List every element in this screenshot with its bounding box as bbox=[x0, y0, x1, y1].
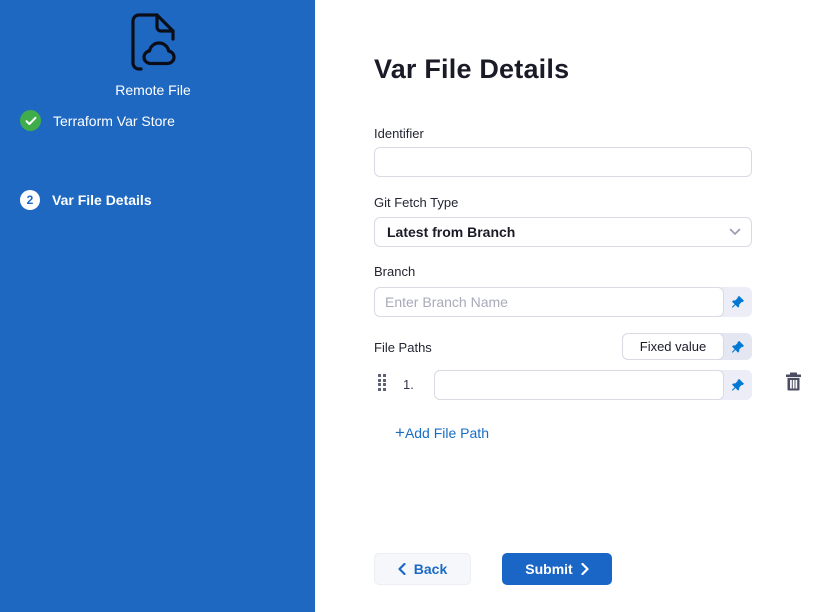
git-fetch-type-select[interactable]: Latest from Branch bbox=[374, 217, 752, 247]
file-paths-label: File Paths bbox=[374, 340, 432, 355]
drag-handle-icon[interactable] bbox=[378, 374, 387, 390]
submit-button[interactable]: Submit bbox=[502, 553, 612, 585]
sidebar-step-label: Terraform Var Store bbox=[53, 113, 175, 129]
git-fetch-type-value: Latest from Branch bbox=[387, 224, 515, 240]
fixed-value-button[interactable]: Fixed value bbox=[622, 333, 724, 360]
pin-icon bbox=[731, 295, 745, 309]
wizard-dialog: Remote File Terraform Var Store 2 Var Fi… bbox=[0, 0, 836, 612]
sidebar-step-var-file-details[interactable]: 2 Var File Details bbox=[20, 190, 152, 210]
identifier-label: Identifier bbox=[374, 126, 424, 141]
check-icon bbox=[20, 110, 41, 131]
page-title: Var File Details bbox=[374, 52, 569, 86]
delete-row-button[interactable] bbox=[783, 371, 803, 391]
file-paths-value-type-group: Fixed value bbox=[622, 333, 752, 360]
sidebar-step-label: Var File Details bbox=[52, 192, 152, 208]
branch-value-type-toggle[interactable] bbox=[724, 287, 752, 317]
wizard-sidebar: Remote File Terraform Var Store 2 Var Fi… bbox=[0, 0, 315, 612]
store-type-block: Remote File bbox=[0, 12, 306, 99]
plus-icon: + bbox=[395, 424, 405, 441]
chevron-down-icon bbox=[729, 223, 741, 241]
git-fetch-type-label: Git Fetch Type bbox=[374, 195, 458, 210]
sidebar-step-terraform-var-store[interactable]: Terraform Var Store bbox=[20, 110, 175, 131]
file-path-input[interactable] bbox=[435, 371, 723, 399]
file-path-input-container bbox=[434, 370, 724, 400]
pin-icon bbox=[731, 340, 745, 354]
branch-label: Branch bbox=[374, 264, 415, 279]
file-path-row bbox=[434, 370, 752, 400]
identifier-input[interactable] bbox=[374, 147, 752, 177]
add-file-path-label: Add File Path bbox=[405, 425, 489, 441]
file-paths-value-type-toggle[interactable] bbox=[724, 333, 752, 360]
var-file-details-panel: Var File Details Identifier Git Fetch Ty… bbox=[315, 0, 836, 612]
branch-input-container bbox=[374, 287, 724, 317]
store-type-label: Remote File bbox=[0, 81, 306, 99]
branch-field bbox=[374, 287, 752, 317]
back-button[interactable]: Back bbox=[374, 553, 471, 585]
step-number-badge: 2 bbox=[20, 190, 40, 210]
file-path-value-type-toggle[interactable] bbox=[724, 370, 752, 400]
add-file-path-button[interactable]: +Add File Path bbox=[395, 424, 489, 441]
file-path-row-index: 1. bbox=[403, 377, 414, 392]
chevron-left-icon bbox=[398, 563, 406, 575]
chevron-right-icon bbox=[581, 563, 589, 575]
trash-icon bbox=[785, 372, 802, 391]
pin-icon bbox=[731, 378, 745, 392]
submit-button-label: Submit bbox=[525, 561, 572, 577]
remote-file-icon bbox=[129, 12, 177, 77]
back-button-label: Back bbox=[414, 561, 447, 577]
branch-input[interactable] bbox=[375, 288, 723, 316]
